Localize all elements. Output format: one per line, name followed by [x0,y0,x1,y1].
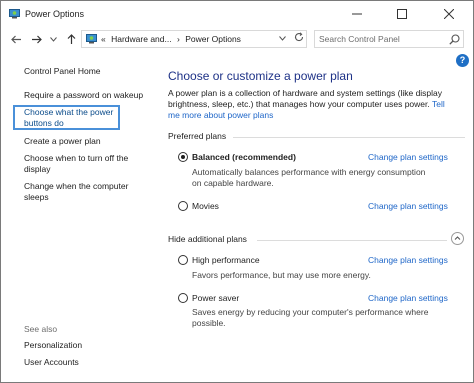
search-input[interactable] [319,33,445,45]
movies-radio[interactable] [178,201,188,211]
forward-icon [31,35,42,43]
power-options-icon [9,9,20,19]
plan-description-power-saver: Saves energy by reducing your computer's… [192,307,452,329]
minimize-button[interactable] [334,1,380,27]
control-panel-icon [86,34,97,44]
sidebar-item-require-password[interactable]: Require a password on wakeup [24,90,143,101]
address-bar[interactable]: « Hardware and... › Power Options [81,30,307,48]
chevron-down-icon [278,36,286,41]
plan-description-line: possible. [192,318,226,328]
plan-description-line: Saves energy by reducing your computer's… [192,307,429,317]
highlight-box [13,105,120,130]
up-button[interactable] [64,32,78,46]
hide-additional-plans-label[interactable]: Hide additional plans [168,234,247,244]
see-also-user-accounts-link[interactable]: User Accounts [24,357,79,368]
refresh-button[interactable] [292,32,306,46]
preferred-plans-label: Preferred plans [168,131,227,141]
plan-name-high-performance: High performance [192,255,260,265]
balanced-radio[interactable] [178,152,188,162]
plan-description-high-performance: Favors performance, but may use more ene… [192,270,371,280]
page-description: A power plan is a collection of hardware… [168,88,468,121]
navigation-bar: « Hardware and... › Power Options [1,27,473,51]
title-bar: Power Options [1,1,473,27]
breadcrumb: « Hardware and... › Power Options [101,34,241,44]
close-icon [444,9,454,19]
change-plan-settings-power-saver[interactable]: Change plan settings [368,293,448,303]
plan-description-line: on capable hardware. [192,178,274,188]
change-plan-settings-high-performance[interactable]: Change plan settings [368,255,448,265]
recent-locations-button[interactable] [46,32,60,46]
plan-name-balanced: Balanced (recommended) [192,152,296,162]
breadcrumb-item-hardware[interactable]: Hardware and... [111,34,171,44]
power-options-window: Power Options « Hardware and... › Power … [0,0,474,383]
sidebar-item-label: Choose when to turn off the [24,153,129,163]
back-button[interactable] [9,32,23,46]
sidebar-item-label: sleeps [24,192,49,202]
collapse-icon [454,236,461,240]
change-plan-settings-movies[interactable]: Change plan settings [368,201,448,211]
address-dropdown-button[interactable] [275,32,289,46]
see-also-personalization-link[interactable]: Personalization [24,340,82,351]
tell-me-more-link-continued[interactable]: me more about power plans [168,110,468,121]
breadcrumb-separator[interactable]: › [177,34,180,44]
sidebar-item-computer-sleeps[interactable]: Change when the computer sleeps [24,181,128,203]
sidebar-item-create-plan[interactable]: Create a power plan [24,136,101,147]
page-title: Choose or customize a power plan [168,69,353,83]
sidebar-item-label: Change when the computer [24,181,129,191]
see-also-heading: See also [24,324,58,334]
refresh-icon [294,32,304,42]
description-line: brightness, sleep, etc.) that manages ho… [168,99,468,110]
collapse-button[interactable] [451,232,464,245]
breadcrumb-item-power-options[interactable]: Power Options [185,34,241,44]
description-line: A power plan is a collection of hardware… [168,88,443,98]
section-divider [233,137,465,138]
sidebar-item-turn-off-display[interactable]: Choose when to turn off the display [24,153,128,175]
search-box[interactable] [314,30,464,48]
maximize-icon [397,9,407,19]
back-icon [10,35,21,43]
forward-button[interactable] [29,32,43,46]
tell-me-more-link[interactable]: Tell [432,99,445,109]
radio-selected-dot [181,155,185,159]
window-title: Power Options [25,9,85,19]
maximize-button[interactable] [379,1,425,27]
plan-description-balanced: Automatically balances performance with … [192,167,452,189]
plan-name-power-saver: Power saver [192,293,240,303]
plan-description-line: Automatically balances performance with … [192,167,426,177]
help-icon[interactable]: ? [456,54,469,67]
control-panel-home-link[interactable]: Control Panel Home [24,66,101,77]
recent-dropdown-icon [49,36,57,42]
minimize-icon [352,13,362,15]
sidebar-item-label: display [24,164,51,174]
close-button[interactable] [426,1,472,27]
description-text: brightness, sleep, etc.) that manages ho… [168,99,432,109]
change-plan-settings-balanced[interactable]: Change plan settings [368,152,448,162]
breadcrumb-overflow[interactable]: « [101,34,106,44]
power-saver-radio[interactable] [178,293,188,303]
section-divider [257,240,447,241]
high-performance-radio[interactable] [178,255,188,265]
search-icon[interactable] [449,34,460,45]
plan-name-movies: Movies [192,201,219,211]
up-icon [67,33,75,44]
